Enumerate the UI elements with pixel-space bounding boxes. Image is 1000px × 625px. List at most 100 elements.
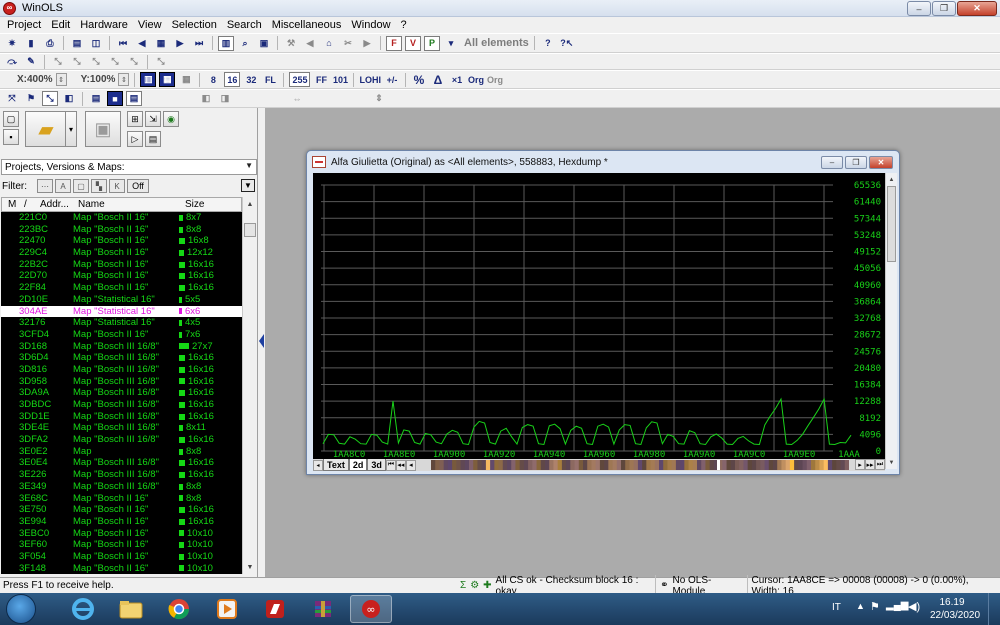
menu-view[interactable]: View <box>133 19 167 31</box>
nav-last-icon[interactable]: ⏭ <box>875 459 885 470</box>
col-name[interactable]: Name <box>78 199 105 210</box>
pen-icon[interactable]: ✎ <box>23 54 39 69</box>
column-view-icon[interactable]: ▦ <box>159 72 176 87</box>
scroll-down-icon[interactable]: ▼ <box>886 457 897 468</box>
map-list-row[interactable]: 3E0E4 Map "Bosch III 16/8" 16x16 <box>1 457 242 469</box>
map-list-scrollbar[interactable]: ▲ ▼ <box>242 197 256 574</box>
panel-splitter[interactable] <box>258 108 265 577</box>
zoom-e-icon[interactable]: ⤡ <box>126 54 142 69</box>
minimize-button[interactable]: – <box>907 1 931 16</box>
export-icon[interactable]: ⇲ <box>145 111 161 127</box>
delta-button[interactable]: Δ <box>430 72 446 87</box>
taskbar-explorer-icon[interactable] <box>110 595 152 623</box>
project-view-dropdown[interactable]: Projects, Versions & Maps: ▼ <box>1 159 257 175</box>
map-list-row[interactable]: 3E349 Map "Bosch III 16/8" 8x8 <box>1 481 242 493</box>
hardware-icon[interactable]: ▮ <box>23 36 39 51</box>
nav-prev-page-icon[interactable]: ◂◂ <box>395 459 406 471</box>
map-list-row[interactable]: 229C4 Map "Bosch II 16" 12x12 <box>1 247 242 259</box>
context-help-icon[interactable]: ?↖ <box>559 36 575 51</box>
col-sort[interactable]: / <box>24 199 27 210</box>
map-list-row[interactable]: 22B2C Map "Bosch II 16" 16x16 <box>1 259 242 271</box>
v-button[interactable]: V <box>405 35 421 51</box>
menu-search[interactable]: Search <box>222 19 267 31</box>
first-map-icon[interactable]: ⏮ <box>115 36 131 51</box>
range-icon[interactable]: ▤ <box>126 91 142 106</box>
language-indicator[interactable]: IT <box>832 602 841 613</box>
filter-off-button[interactable]: Off <box>127 179 149 193</box>
map-list-row[interactable]: 3E994 Map "Bosch II 16" 16x16 <box>1 516 242 528</box>
taskbar-media-icon[interactable] <box>206 595 248 623</box>
nav-prev-icon[interactable]: ◂ <box>405 459 416 471</box>
taskbar-app-icon[interactable] <box>254 595 296 623</box>
filter-dots-icon[interactable]: ⋯ <box>37 179 53 193</box>
taskbar-ie-icon[interactable] <box>62 595 104 623</box>
flag-icon[interactable]: ⚑ <box>23 91 39 106</box>
mark-icon[interactable]: ⤧ <box>4 91 20 106</box>
original-diff-button[interactable]: Org <box>487 72 503 87</box>
original-button[interactable]: Org <box>468 72 484 87</box>
zoom-d-icon[interactable]: ⤡ <box>107 54 123 69</box>
map-list-row[interactable]: 3D6D4 Map "Bosch III 16/8" 16x16 <box>1 352 242 364</box>
last-map-icon[interactable]: ⏭ <box>191 36 207 51</box>
child-maximize-button[interactable]: ❐ <box>845 156 867 169</box>
text-view-icon[interactable]: ▥ <box>218 35 234 51</box>
float-button[interactable]: FL <box>262 72 278 87</box>
tab-scroll-icon[interactable]: ◂ <box>313 459 323 471</box>
connect-icon[interactable]: ✷ <box>4 36 20 51</box>
menu-project[interactable]: Project <box>2 19 46 31</box>
filter-dropdown-icon[interactable]: ▼ <box>241 179 255 192</box>
back-icon[interactable]: ◀ <box>302 36 318 51</box>
color-icon[interactable]: ◧ <box>61 91 77 106</box>
web-icon[interactable]: ◉ <box>163 111 179 127</box>
map-list-row[interactable]: 22F84 Map "Bosch II 16" 16x16 <box>1 282 242 294</box>
map-list-row[interactable]: 221C0 Map "Bosch II 16" 8x7 <box>1 212 242 224</box>
width-icon[interactable]: ⇔ <box>289 91 305 106</box>
taskbar-winols-icon[interactable]: ∞ <box>350 595 392 623</box>
menu-window[interactable]: Window <box>346 19 395 31</box>
sign-toggle-icon[interactable]: +/- <box>384 72 400 87</box>
map-list[interactable]: 221C0 Map "Bosch II 16" 8x7 223BC Map "Bosch… <box>1 212 242 574</box>
nav-next-icon[interactable]: ▸ <box>855 459 865 470</box>
zoom-x-spinner[interactable]: ⇕ <box>55 73 67 86</box>
save-icon[interactable]: ▪ <box>3 129 19 145</box>
line-chart[interactable]: 6553661440573445324849152450564096036864… <box>313 173 885 460</box>
child-close-button[interactable]: ✕ <box>869 156 893 169</box>
height-icon[interactable]: ⇕ <box>371 91 387 106</box>
clock[interactable]: 16.19 22/03/2020 <box>930 596 980 622</box>
map-list-row[interactable]: 3EBC0 Map "Bosch II 16" 10x10 <box>1 528 242 540</box>
volume-icon[interactable]: ◀) <box>908 600 920 613</box>
window-list-icon[interactable]: ▤ <box>145 131 161 147</box>
search-map-icon[interactable]: ⌕ <box>237 36 253 51</box>
decimal-button[interactable]: 255 <box>289 72 311 87</box>
factor-button[interactable]: ×1 <box>449 72 465 87</box>
cut-icon[interactable]: ✂ <box>340 36 356 51</box>
filled-box-icon[interactable]: ■ <box>107 91 123 106</box>
print-icon[interactable]: ⎙ <box>42 36 58 51</box>
map-list-row[interactable]: 3DE4E Map "Bosch III 16/8" 8x11 <box>1 422 242 434</box>
binary-button[interactable]: 101 <box>332 72 348 87</box>
menu-selection[interactable]: Selection <box>167 19 222 31</box>
nav-next-page-icon[interactable]: ▸▸ <box>865 459 875 470</box>
p-button[interactable]: P <box>424 35 440 51</box>
col-address[interactable]: Addr... <box>40 199 69 210</box>
tools-icon[interactable]: ⚒ <box>283 36 299 51</box>
zoom-y-spinner[interactable]: ⇕ <box>118 73 130 86</box>
align-left-icon[interactable]: ◧ <box>198 91 214 106</box>
map-list-row[interactable]: 3E68C Map "Bosch II 16" 8x8 <box>1 493 242 505</box>
import-icon[interactable]: ▣ <box>85 111 121 147</box>
scroll-thumb[interactable] <box>244 223 256 237</box>
plot-area[interactable]: 65536 61440 57344 53248 49152 45056 40960 36864… <box>313 173 885 471</box>
map-list-row[interactable]: 3DFA2 Map "Bosch III 16/8" 16x16 <box>1 434 242 446</box>
map-list-row[interactable]: 3CFD4 Map "Bosch II 16" 7x6 <box>1 329 242 341</box>
map-list-row[interactable]: 3D958 Map "Bosch III 16/8" 16x16 <box>1 376 242 388</box>
all-elements-label[interactable]: All elements <box>464 37 529 49</box>
flag-tray-icon[interactable]: ⚑ <box>870 600 880 613</box>
prev-map-icon[interactable]: ◀ <box>134 36 150 51</box>
filter-c-icon[interactable]: ▚ <box>91 179 107 193</box>
scroll-up-icon[interactable]: ▲ <box>886 174 897 185</box>
filter-d-icon[interactable]: K <box>109 179 125 193</box>
map-list-row[interactable]: 3F148 Map "Bosch II 16" 10x10 <box>1 563 242 574</box>
map-list-row[interactable]: 3E226 Map "Bosch III 16/8" 16x16 <box>1 469 242 481</box>
scroll-up-icon[interactable]: ▲ <box>244 198 256 210</box>
menu-hardware[interactable]: Hardware <box>75 19 133 31</box>
